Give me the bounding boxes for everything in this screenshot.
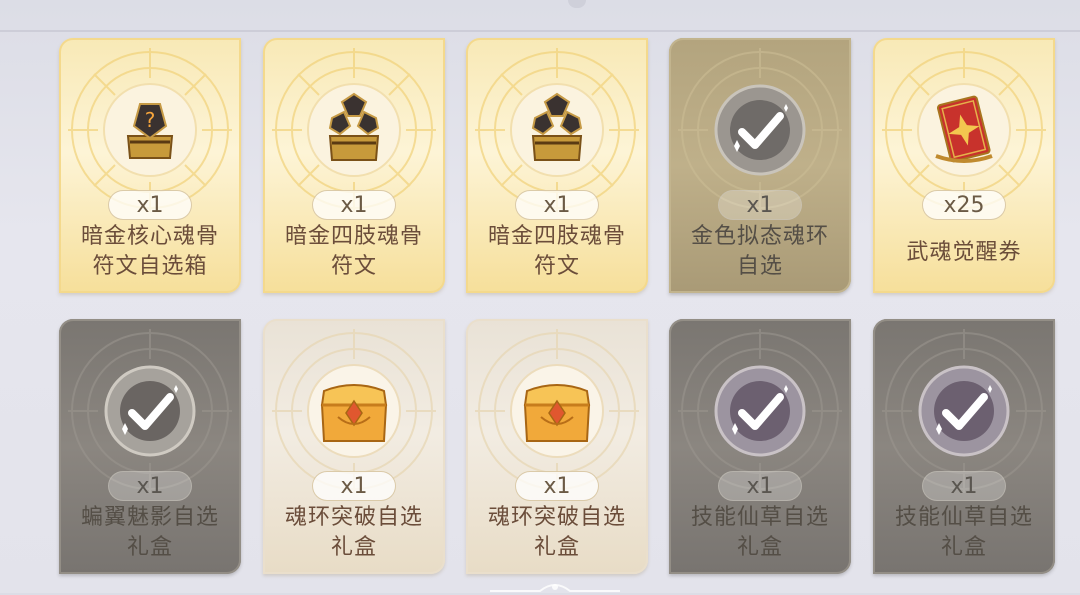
item-name: 武魂觉醒券 [906,240,1022,265]
item-name: 暗金核心魂骨 符文自选箱 [80,224,219,279]
reward-grid: ? x1 暗金核心魂骨 符文自选箱 x1 暗金四肢魂骨 符文 x1 暗金四肢魂骨… [0,0,1080,593]
dark-gold-limb-rune-icon [304,80,404,180]
reward-card[interactable]: x1 魂环突破自选 礼盒 [263,319,445,574]
selected-checkmark-icon [710,361,810,461]
selected-checkmark-icon [710,80,810,180]
item-count: x25 [922,190,1006,220]
item-count: x1 [718,190,802,220]
reward-card-selected[interactable]: x1 技能仙草自选 礼盒 [873,319,1055,574]
item-name: 暗金四肢魂骨 符文 [487,224,626,279]
item-name: 魂环突破自选 礼盒 [487,505,626,560]
item-count: x1 [515,190,599,220]
bottom-ornament [490,584,620,592]
svg-text:?: ? [145,108,156,132]
reward-card-selected[interactable]: x1 蝙翼魅影自选 礼盒 [59,319,241,574]
item-count: x1 [312,471,396,501]
item-count: x1 [718,471,802,501]
dark-gold-limb-rune-icon [507,80,607,180]
selected-checkmark-icon [100,361,200,461]
item-count: x1 [922,471,1006,501]
item-name: 技能仙草自选 礼盒 [690,505,829,560]
reward-card-selected[interactable]: x1 金色拟态魂环 自选 [669,38,851,293]
reward-card[interactable]: x1 魂环突破自选 礼盒 [466,319,648,574]
item-name: 技能仙草自选 礼盒 [894,505,1033,560]
item-name: 暗金四肢魂骨 符文 [284,224,423,279]
item-name: 金色拟态魂环 自选 [690,224,829,279]
golden-gift-chest-icon [304,361,404,461]
awakening-ticket-icon [914,80,1014,180]
item-count: x1 [108,471,192,501]
reward-card[interactable]: ? x1 暗金核心魂骨 符文自选箱 [59,38,241,293]
item-name: 魂环突破自选 礼盒 [284,505,423,560]
item-count: x1 [515,471,599,501]
item-count: x1 [312,190,396,220]
golden-gift-chest-icon [507,361,607,461]
reward-card-selected[interactable]: x1 技能仙草自选 礼盒 [669,319,851,574]
item-name: 蝙翼魅影自选 礼盒 [80,505,219,560]
selected-checkmark-icon [914,361,1014,461]
item-count: x1 [108,190,192,220]
reward-card[interactable]: x1 暗金四肢魂骨 符文 [466,38,648,293]
dark-gold-rune-box-icon: ? [100,80,200,180]
reward-card[interactable]: x1 暗金四肢魂骨 符文 [263,38,445,293]
reward-card[interactable]: x25 武魂觉醒券 [873,38,1055,293]
